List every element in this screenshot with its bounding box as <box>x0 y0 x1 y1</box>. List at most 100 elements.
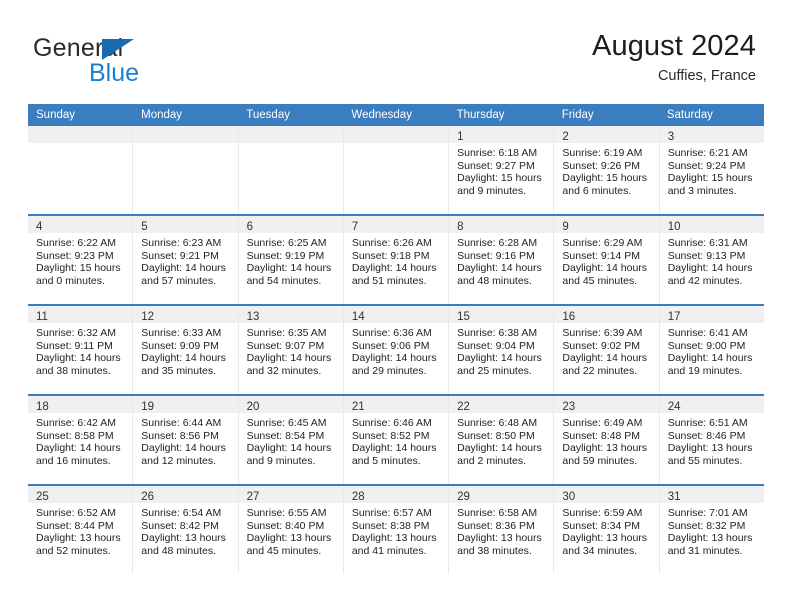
daylight-duration-line2: and 59 minutes. <box>562 454 638 467</box>
day-cell[interactable]: 23 Sunrise: 6:49 AM Sunset: 8:48 PM Dayligh… <box>554 396 660 484</box>
day-cell[interactable]: 7 Sunrise: 6:26 AM Sunset: 9:18 PM Daylight… <box>343 216 450 304</box>
sunset-time: Sunset: 9:14 PM <box>562 249 641 262</box>
sunrise-time: Sunrise: 6:29 AM <box>562 237 643 249</box>
day-cell[interactable]: 30 Sunrise: 6:59 AM Sunset: 8:34 PM Dayligh… <box>554 486 660 574</box>
daylight-duration-line1: Daylight: 13 hours <box>562 532 648 545</box>
sunrise-time: Sunrise: 6:36 AM <box>351 327 432 339</box>
daylight-duration-line2: and 9 minutes. <box>246 454 316 467</box>
day-cell[interactable]: 8 Sunrise: 6:28 AM Sunset: 9:16 PM Daylight… <box>449 216 555 304</box>
day-cell[interactable]: 1 Sunrise: 6:18 AM Sunset: 9:27 PM Daylight… <box>449 126 555 214</box>
daylight-duration-line1: Daylight: 14 hours <box>667 262 753 275</box>
day-number-band: 14 <box>343 306 449 323</box>
daylight-duration-line1: Daylight: 13 hours <box>457 532 542 545</box>
weeks-container: 1 Sunrise: 6:18 AM Sunset: 9:27 PM Daylight… <box>28 126 764 574</box>
day-number-band: 29 <box>449 486 554 503</box>
daylight-duration-line2: and 34 minutes. <box>562 544 638 557</box>
day-cell[interactable]: 20 Sunrise: 6:45 AM Sunset: 8:54 PM Dayligh… <box>238 396 344 484</box>
sunset-time: Sunset: 9:23 PM <box>36 249 114 262</box>
daylight-duration-line1: Daylight: 14 hours <box>457 442 542 455</box>
general-blue-logo[interactable]: General Blue <box>33 34 263 90</box>
day-cell[interactable]: 6 Sunrise: 6:25 AM Sunset: 9:19 PM Daylight… <box>238 216 344 304</box>
day-details: Sunrise: 6:46 AM Sunset: 8:52 PM Daylight:… <box>344 413 448 467</box>
weekday-header-saturday: Saturday <box>666 109 713 121</box>
sunrise-time: Sunrise: 6:54 AM <box>141 507 222 519</box>
day-number: 22 <box>457 401 470 413</box>
day-details: Sunrise: 6:48 AM Sunset: 8:50 PM Daylight:… <box>449 413 553 467</box>
daylight-duration-line1: Daylight: 14 hours <box>246 262 332 275</box>
daylight-duration-line2: and 52 minutes. <box>36 544 111 557</box>
day-cell[interactable]: 13 Sunrise: 6:35 AM Sunset: 9:07 PM Dayligh… <box>238 306 344 394</box>
day-details: Sunrise: 6:49 AM Sunset: 8:48 PM Daylight:… <box>554 413 658 467</box>
day-cell[interactable]: 27 Sunrise: 6:55 AM Sunset: 8:40 PM Dayligh… <box>238 486 344 574</box>
day-cell[interactable]: 25 Sunrise: 6:52 AM Sunset: 8:44 PM Dayligh… <box>28 486 134 574</box>
calendar-grid: Sunday Monday Tuesday Wednesday Thursday… <box>28 104 764 574</box>
day-cell[interactable]: 17 Sunrise: 6:41 AM Sunset: 9:00 PM Dayligh… <box>659 306 764 394</box>
day-cell[interactable]: 4 Sunrise: 6:22 AM Sunset: 9:23 PM Daylight… <box>28 216 134 304</box>
daylight-duration-line1: Daylight: 13 hours <box>246 532 332 545</box>
day-cell[interactable]: 11 Sunrise: 6:32 AM Sunset: 9:11 PM Dayligh… <box>28 306 134 394</box>
day-number-band <box>133 126 238 143</box>
day-cell[interactable]: 5 Sunrise: 6:23 AM Sunset: 9:21 PM Daylight… <box>133 216 239 304</box>
day-number-band: 21 <box>343 396 449 413</box>
day-cell[interactable]: 9 Sunrise: 6:29 AM Sunset: 9:14 PM Daylight… <box>554 216 660 304</box>
day-cell[interactable]: 29 Sunrise: 6:58 AM Sunset: 8:36 PM Dayligh… <box>449 486 555 574</box>
sunset-time: Sunset: 8:46 PM <box>667 429 746 442</box>
day-cell[interactable]: 3 Sunrise: 6:21 AM Sunset: 9:24 PM Daylight… <box>659 126 764 214</box>
day-number: 7 <box>351 221 359 233</box>
day-number: 4 <box>36 221 43 233</box>
day-cell[interactable]: 31 Sunrise: 7:01 AM Sunset: 8:32 PM Dayligh… <box>659 486 764 574</box>
day-details: Sunrise: 6:57 AM Sunset: 8:38 PM Daylight:… <box>344 503 448 557</box>
day-cell[interactable]: 19 Sunrise: 6:44 AM Sunset: 8:56 PM Dayligh… <box>133 396 239 484</box>
daylight-duration-line2: and 54 minutes. <box>246 274 322 287</box>
day-cell[interactable]: 18 Sunrise: 6:42 AM Sunset: 8:58 PM Dayligh… <box>28 396 134 484</box>
sunrise-time: Sunrise: 6:32 AM <box>36 327 116 339</box>
sunrise-time: Sunrise: 6:18 AM <box>457 147 538 159</box>
day-cell[interactable]: 22 Sunrise: 6:48 AM Sunset: 8:50 PM Dayligh… <box>449 396 555 484</box>
daylight-duration-line1: Daylight: 14 hours <box>457 352 542 365</box>
day-cell[interactable]: 26 Sunrise: 6:54 AM Sunset: 8:42 PM Dayligh… <box>133 486 239 574</box>
daylight-duration-line1: Daylight: 13 hours <box>351 532 437 545</box>
sunrise-time: Sunrise: 6:25 AM <box>246 237 327 249</box>
day-cell[interactable]: 21 Sunrise: 6:46 AM Sunset: 8:52 PM Dayligh… <box>343 396 450 484</box>
daylight-duration-line1: Daylight: 13 hours <box>667 532 753 545</box>
daylight-duration-line1: Daylight: 14 hours <box>562 262 648 275</box>
daylight-duration-line2: and 55 minutes. <box>667 454 743 467</box>
day-number: 6 <box>246 221 253 233</box>
day-cell[interactable]: 10 Sunrise: 6:31 AM Sunset: 9:13 PM Dayligh… <box>659 216 764 304</box>
daylight-duration-line2: and 48 minutes. <box>457 274 532 287</box>
day-cell[interactable]: 24 Sunrise: 6:51 AM Sunset: 8:46 PM Dayligh… <box>659 396 764 484</box>
daylight-duration-line1: Daylight: 14 hours <box>141 352 226 365</box>
day-cell[interactable]: 16 Sunrise: 6:39 AM Sunset: 9:02 PM Dayligh… <box>554 306 660 394</box>
daylight-duration-line2: and 45 minutes. <box>246 544 322 557</box>
daylight-duration-line1: Daylight: 14 hours <box>351 352 437 365</box>
daylight-duration-line1: Daylight: 13 hours <box>562 442 648 455</box>
sunset-time: Sunset: 8:54 PM <box>246 429 325 442</box>
day-details: Sunrise: 6:45 AM Sunset: 8:54 PM Daylight:… <box>239 413 343 467</box>
day-cell[interactable]: 28 Sunrise: 6:57 AM Sunset: 8:38 PM Dayligh… <box>343 486 450 574</box>
page-header: General Blue August 2024 Cuffies, France <box>0 0 792 100</box>
sunrise-time: Sunrise: 6:45 AM <box>246 417 327 429</box>
daylight-duration-line1: Daylight: 14 hours <box>562 352 648 365</box>
page-title: August 2024 <box>592 30 756 62</box>
day-cell[interactable]: 12 Sunrise: 6:33 AM Sunset: 9:09 PM Dayligh… <box>133 306 239 394</box>
weekday-header-tuesday: Tuesday <box>246 109 290 121</box>
daylight-duration-line1: Daylight: 15 hours <box>36 262 121 275</box>
sunrise-time: Sunrise: 6:51 AM <box>667 417 748 429</box>
day-cell[interactable]: 14 Sunrise: 6:36 AM Sunset: 9:06 PM Dayligh… <box>343 306 450 394</box>
sunset-time: Sunset: 9:16 PM <box>457 249 535 262</box>
day-number-band: 19 <box>133 396 238 413</box>
day-cell[interactable]: 2 Sunrise: 6:19 AM Sunset: 9:26 PM Daylight… <box>554 126 660 214</box>
daylight-duration-line2: and 22 minutes. <box>562 364 638 377</box>
day-number: 30 <box>562 491 576 503</box>
day-number-band: 15 <box>449 306 554 323</box>
day-number-band: 11 <box>28 306 133 323</box>
sunset-time: Sunset: 8:36 PM <box>457 519 535 532</box>
day-number-band: 10 <box>659 216 764 233</box>
daylight-duration-line2: and 48 minutes. <box>141 544 216 557</box>
day-number-band: 3 <box>659 126 764 143</box>
sunrise-time: Sunrise: 6:39 AM <box>562 327 643 339</box>
week-row: 11 Sunrise: 6:32 AM Sunset: 9:11 PM Dayligh… <box>28 304 764 394</box>
sunset-time: Sunset: 8:58 PM <box>36 429 114 442</box>
day-cell[interactable]: 15 Sunrise: 6:38 AM Sunset: 9:04 PM Dayligh… <box>449 306 555 394</box>
day-details: Sunrise: 6:32 AM Sunset: 9:11 PM Daylight:… <box>28 323 132 377</box>
